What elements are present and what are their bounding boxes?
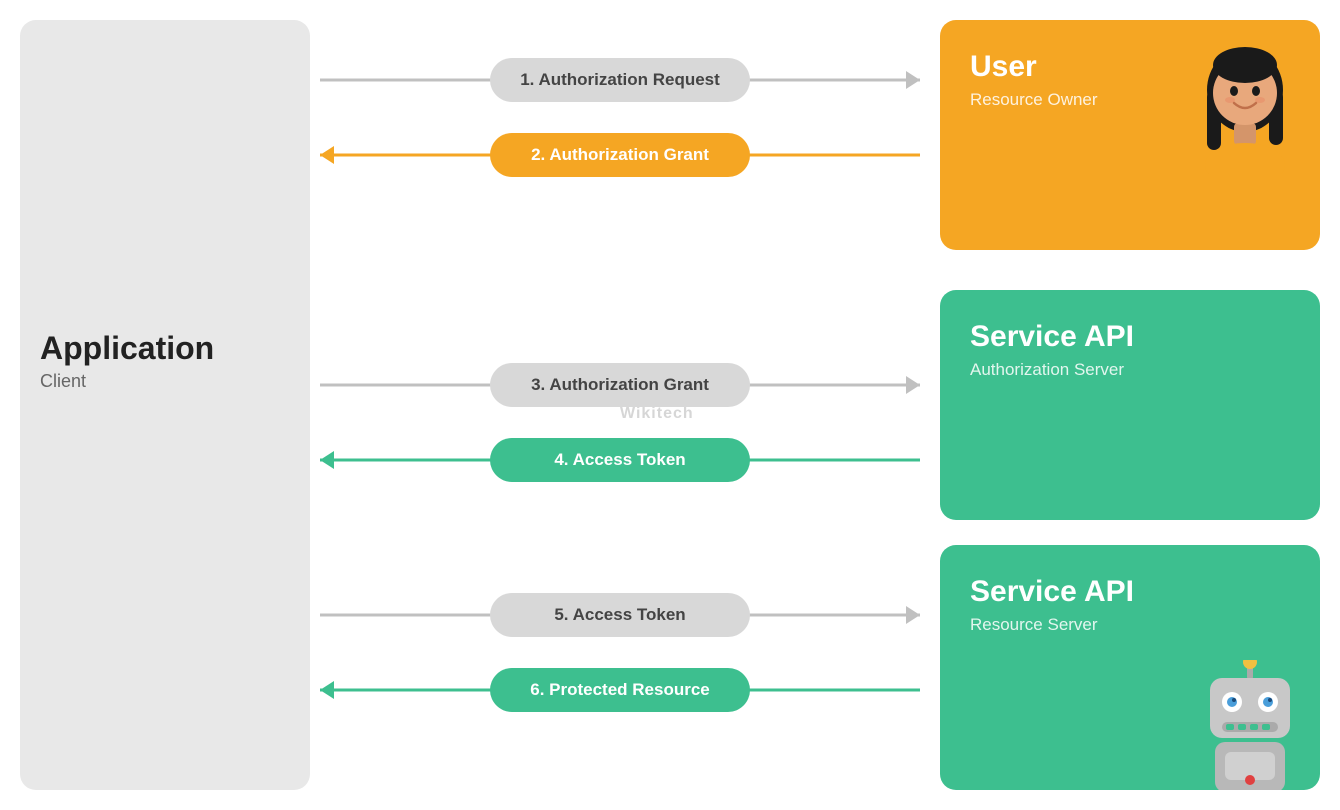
arrowhead-3 <box>320 451 334 469</box>
app-title: Application <box>40 330 214 367</box>
arrow-pill-3: 4. Access Token <box>490 438 750 482</box>
arrowhead-0 <box>906 71 920 89</box>
arrow-pill-2: 3. Authorization Grant <box>490 363 750 407</box>
arrowhead-5 <box>320 681 334 699</box>
arrow-row-5: 6. Protected Resource <box>320 665 920 715</box>
arrowhead-1 <box>320 146 334 164</box>
arrowhead-4 <box>906 606 920 624</box>
user-avatar <box>1190 35 1300 165</box>
auth-server-title: Service API <box>970 320 1290 354</box>
resource-server-title: Service API <box>970 575 1290 609</box>
resource-server-subtitle: Resource Server <box>970 615 1290 635</box>
arrow-row-1: 2. Authorization Grant <box>320 130 920 180</box>
left-client-panel <box>20 20 310 790</box>
auth-server-panel: Service API Authorization Server <box>940 290 1320 520</box>
arrow-row-4: 5. Access Token <box>320 590 920 640</box>
auth-server-subtitle: Authorization Server <box>970 360 1290 380</box>
arrow-pill-4: 5. Access Token <box>490 593 750 637</box>
arrow-row-2: 3. Authorization Grant <box>320 360 920 410</box>
app-label: Application Client <box>40 330 214 392</box>
app-subtitle: Client <box>40 371 214 392</box>
robot-avatar <box>1190 660 1310 790</box>
arrow-row-0: 1. Authorization Request <box>320 55 920 105</box>
arrowhead-2 <box>906 376 920 394</box>
arrow-row-3: 4. Access Token <box>320 435 920 485</box>
arrow-pill-5: 6. Protected Resource <box>490 668 750 712</box>
user-panel: User Resource Owner <box>940 20 1320 250</box>
arrow-pill-0: 1. Authorization Request <box>490 58 750 102</box>
resource-server-panel: Service API Resource Server <box>940 545 1320 790</box>
arrow-pill-1: 2. Authorization Grant <box>490 133 750 177</box>
